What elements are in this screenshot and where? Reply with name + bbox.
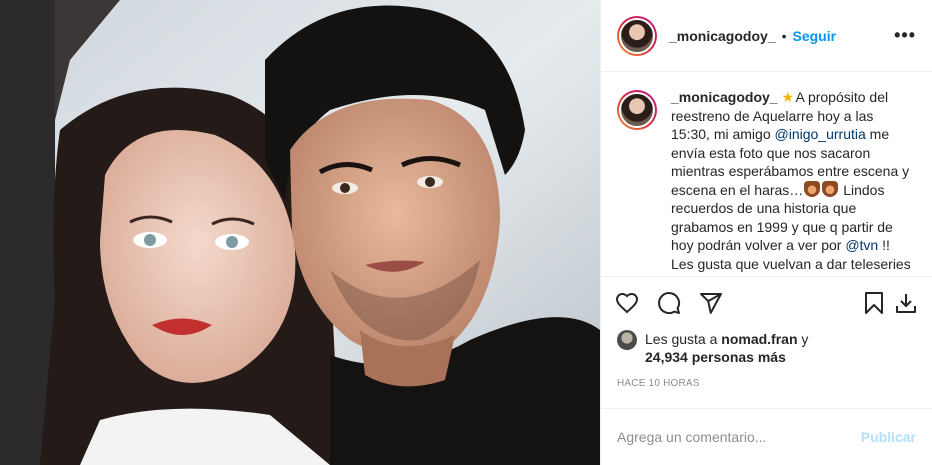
post-header: _monicagodoy_ • Seguir ••• xyxy=(601,0,932,72)
star-icon: ★ xyxy=(781,89,795,105)
caption-section: _monicagodoy_ ★A propósito del reestreno… xyxy=(601,72,932,276)
separator-dot: • xyxy=(781,27,787,44)
likes-conj: y xyxy=(797,331,809,347)
mention-link[interactable]: @tvn xyxy=(845,237,878,253)
comment-icon[interactable] xyxy=(657,291,681,315)
publish-button[interactable]: Publicar xyxy=(861,429,916,445)
likes-count[interactable]: 24,934 personas más xyxy=(645,349,786,365)
person-emoji-icon xyxy=(804,180,821,197)
caption-avatar[interactable] xyxy=(617,90,657,130)
liker-username[interactable]: nomad.fran xyxy=(721,331,797,347)
post-username[interactable]: _monicagodoy_ xyxy=(669,28,776,44)
caption-text: _monicagodoy_ ★A propósito del reestreno… xyxy=(671,88,916,276)
likes-prefix: Les gusta a xyxy=(645,331,722,347)
comment-bar: Publicar xyxy=(601,408,932,465)
more-options-icon[interactable]: ••• xyxy=(894,25,916,46)
post-timestamp[interactable]: HACE 10 HORAS xyxy=(601,378,932,408)
heart-icon[interactable] xyxy=(615,291,639,315)
bookmark-icon[interactable] xyxy=(862,291,886,315)
mention-link[interactable]: @inigo_urrutia xyxy=(775,126,866,142)
avatar-image xyxy=(619,92,655,128)
post-photo[interactable] xyxy=(0,0,600,465)
caption-username[interactable]: _monicagodoy_ xyxy=(671,89,778,105)
avatar-image xyxy=(619,17,655,54)
post-dialog: _monicagodoy_ • Seguir ••• _monicagodoy_… xyxy=(0,0,932,465)
avatar[interactable] xyxy=(617,15,657,56)
post-image xyxy=(0,0,600,465)
liker-avatar[interactable] xyxy=(617,330,637,350)
comment-input[interactable] xyxy=(617,429,861,445)
person-emoji-icon xyxy=(822,180,839,197)
post-side-panel: _monicagodoy_ • Seguir ••• _monicagodoy_… xyxy=(600,0,932,465)
download-icon[interactable] xyxy=(894,291,918,315)
share-icon[interactable] xyxy=(699,291,723,315)
likes-text: Les gusta a nomad.fran y 24,934 personas… xyxy=(645,330,808,366)
likes-section: Les gusta a nomad.fran y 24,934 personas… xyxy=(601,330,932,366)
follow-button[interactable]: Seguir xyxy=(793,28,837,44)
action-bar xyxy=(601,276,932,328)
